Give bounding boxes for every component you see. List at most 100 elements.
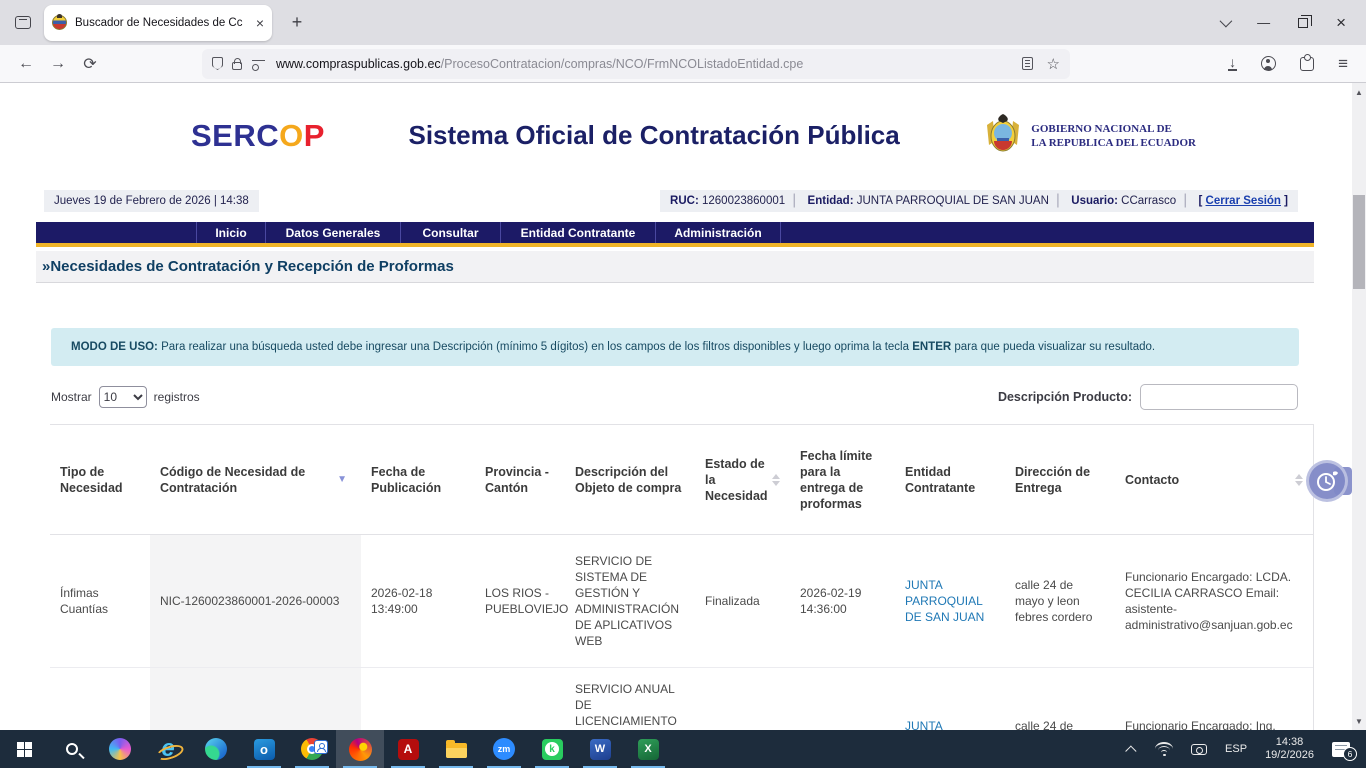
back-button[interactable]: ← [10, 55, 42, 73]
downloads-icon[interactable]: ↓ [1228, 55, 1238, 71]
government-line2: LA REPUBLICA DEL ECUADOR [1031, 136, 1196, 149]
tray-chevron-button[interactable] [1120, 730, 1146, 768]
cell-codigo: NIC-1260023860001-2026-00003 [150, 535, 361, 667]
notification-icon: 6 [1332, 741, 1357, 761]
header-descripcion[interactable]: Descripción del Objeto de compra [565, 464, 695, 496]
permissions-icon[interactable] [252, 59, 266, 71]
scrollbar-thumb[interactable] [1353, 195, 1365, 289]
taskbar-firefox-button[interactable] [336, 730, 384, 768]
taskbar-edge-button[interactable] [192, 730, 240, 768]
app-menu-icon[interactable]: ≡ [1338, 54, 1348, 74]
window-close-button[interactable]: × [1336, 14, 1346, 31]
wifi-icon [1155, 742, 1174, 756]
cell-estado: Finalizada [705, 594, 760, 608]
taskbar-zoom-button[interactable]: zm [480, 730, 528, 768]
tab-title: Buscador de Necesidades de Cc [75, 16, 243, 29]
taskbar-ie-button[interactable]: e [144, 730, 192, 768]
header-direccion-label: Dirección de Entrega [1015, 464, 1091, 495]
nav-item-consultar[interactable]: Consultar [401, 222, 501, 243]
start-button[interactable] [0, 730, 48, 768]
window-minimize-button[interactable]: — [1257, 15, 1270, 30]
nav-item-entidad-contratante[interactable]: Entidad Contratante [501, 222, 656, 243]
account-icon[interactable] [1261, 56, 1277, 71]
taskbar-copilot-button[interactable] [96, 730, 144, 768]
scroll-up-icon[interactable]: ▲ [1352, 85, 1366, 99]
tray-date: 19/2/2026 [1265, 749, 1314, 761]
clock-icon[interactable] [1306, 460, 1348, 502]
cell-fecha-limite: 2026-02-19 14:36:00 [800, 586, 862, 616]
cell-tipo: Ínfimas Cuantías [60, 586, 109, 616]
extensions-icon[interactable] [1300, 53, 1315, 71]
bookmark-star-icon[interactable]: ☆ [1047, 55, 1060, 73]
taskbar-chrome-button[interactable] [288, 730, 336, 768]
language-indicator[interactable]: ESP [1216, 730, 1256, 768]
ruc-label: RUC: [670, 195, 699, 207]
usage-enter: ENTER [912, 341, 952, 353]
cell-direccion: calle 24 de mayo y leon febres cordero [1015, 719, 1074, 730]
url-path: /ProcesoContratacion/compras/NCO/FrmNCOL… [440, 56, 804, 71]
internet-explorer-icon: e [161, 735, 175, 762]
forward-button[interactable]: → [42, 55, 74, 73]
window-restore-button[interactable] [1298, 14, 1313, 28]
chevron-up-icon [1125, 745, 1137, 757]
taskbar-outlook-button[interactable]: o [240, 730, 288, 768]
header-fecha-publicacion[interactable]: Fecha de Publicación [361, 464, 475, 496]
entidad-value: JUNTA PARROQUIAL DE SAN JUAN [856, 195, 1049, 207]
tab-close-icon[interactable]: × [256, 15, 264, 31]
floating-timer-widget[interactable] [1306, 460, 1352, 502]
excel-icon: X [637, 738, 659, 760]
header-tipo[interactable]: Tipo de Necesidad [50, 464, 150, 496]
usage-mid: Para realizar una búsqueda usted debe in… [157, 341, 913, 353]
reload-button[interactable]: ⟳ [74, 54, 106, 74]
entidad-link[interactable]: JUNTA PARROQUIAL DE SAN JUAN [905, 718, 995, 730]
usage-notice: MODO DE USO: Para realizar una búsqueda … [51, 328, 1299, 366]
header-estado[interactable]: Estado de la Necesidad [695, 456, 790, 504]
nav-item-datos-generales[interactable]: Datos Generales [266, 222, 401, 243]
cell-fecha-publicacion: 2026-02-18 13:49:00 [371, 586, 433, 616]
taskbar-acrobat-button[interactable]: A [384, 730, 432, 768]
records-per-page-select[interactable]: 10 [98, 386, 147, 408]
header-contacto[interactable]: Contacto [1115, 472, 1313, 488]
new-tab-button[interactable]: + [284, 12, 310, 33]
windows-taskbar: e o A zm k W X ESP 14:38 19/2/2026 6 [0, 730, 1366, 768]
header-descripcion-label: Descripción del Objeto de compra [575, 464, 682, 495]
tray-meet-button[interactable] [1182, 730, 1216, 768]
scroll-down-icon[interactable]: ▼ [1352, 714, 1366, 728]
reader-mode-icon[interactable] [1021, 57, 1033, 70]
tray-network-button[interactable] [1146, 730, 1182, 768]
browser-tab[interactable]: Buscador de Necesidades de Cc × [44, 4, 272, 41]
logout-link[interactable]: Cerrar Sesión [1206, 195, 1281, 207]
needs-table: Tipo de Necesidad Código de Necesidad de… [50, 424, 1314, 730]
header-provincia-label: Provincia - Cantón [485, 464, 549, 495]
header-entidad[interactable]: Entidad Contratante [895, 464, 1005, 496]
firefox-view-icon[interactable] [8, 9, 38, 37]
list-tabs-icon[interactable] [1219, 14, 1233, 28]
lock-icon[interactable] [232, 57, 242, 70]
tracking-shield-icon[interactable] [212, 57, 223, 70]
header-codigo[interactable]: Código de Necesidad de Contratación ▼ [150, 464, 361, 496]
clock-widget[interactable]: 14:38 19/2/2026 [1256, 730, 1323, 768]
browser-toolbar: ← → ⟳ www.compraspublicas.gob.ec/Proceso… [0, 45, 1366, 83]
copilot-icon [109, 738, 131, 760]
cell-direccion: calle 24 de mayo y leon febres cordero [1015, 578, 1093, 624]
page-scrollbar[interactable]: ▲ ▼ [1352, 83, 1366, 730]
header-fecha-limite[interactable]: Fecha límite para la entrega de proforma… [790, 448, 895, 512]
taskbar-kanban-button[interactable]: k [528, 730, 576, 768]
entidad-link[interactable]: JUNTA PARROQUIAL DE SAN JUAN [905, 577, 995, 625]
nav-item-inicio[interactable]: Inicio [196, 222, 266, 243]
product-description-input[interactable] [1140, 384, 1298, 410]
taskbar-word-button[interactable]: W [576, 730, 624, 768]
header-direccion[interactable]: Dirección de Entrega [1005, 464, 1115, 496]
taskbar-excel-button[interactable]: X [624, 730, 672, 768]
main-navigation: Inicio Datos Generales Consultar Entidad… [36, 222, 1314, 243]
header-provincia[interactable]: Provincia - Cantón [475, 464, 565, 496]
header-fecha-limite-label: Fecha límite para la entrega de proforma… [800, 448, 873, 511]
notification-center-button[interactable]: 6 [1323, 730, 1366, 768]
url-bar[interactable]: www.compraspublicas.gob.ec/ProcesoContra… [202, 48, 1070, 79]
table-header-row: Tipo de Necesidad Código de Necesidad de… [50, 425, 1313, 535]
cell-contacto: Funcionario Encargado: LCDA. CECILIA CAR… [1125, 570, 1293, 632]
nav-item-administracion[interactable]: Administración [656, 222, 781, 243]
header-codigo-label: Código de Necesidad de Contratación [160, 464, 306, 495]
taskbar-search-button[interactable] [48, 730, 96, 768]
taskbar-explorer-button[interactable] [432, 730, 480, 768]
